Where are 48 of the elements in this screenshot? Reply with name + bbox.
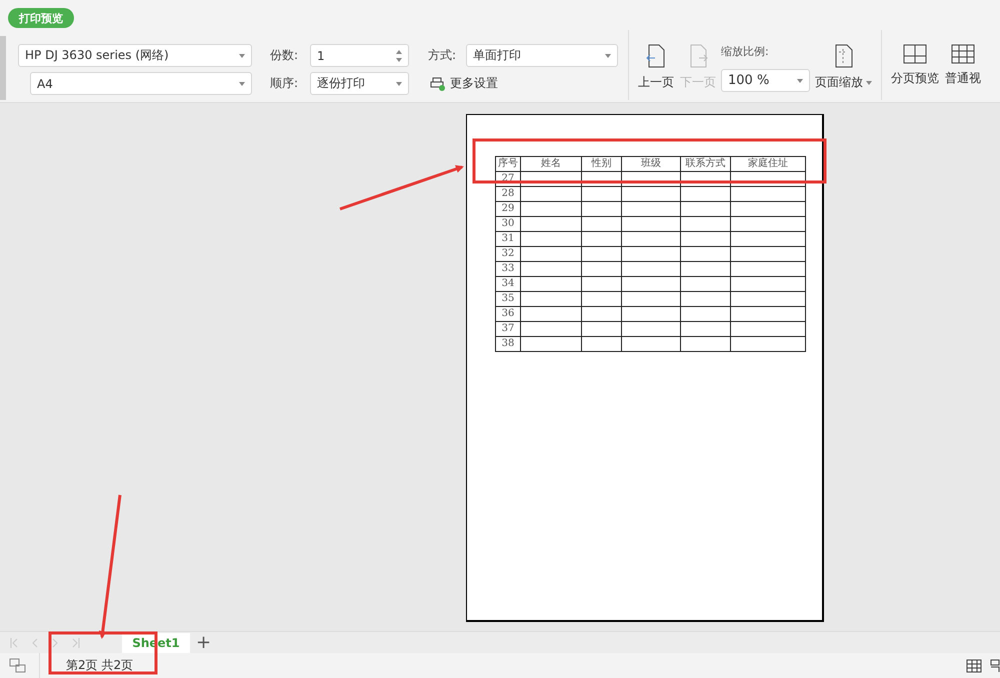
table-cell: 38 (496, 336, 520, 352)
add-sheet-button[interactable]: + (196, 633, 212, 653)
table-header-cell: 序号 (496, 156, 520, 172)
zoom-select[interactable]: 100 % (721, 69, 810, 92)
table-header-cell: 联系方式 (680, 156, 730, 172)
order-label: 顺序: (270, 75, 300, 92)
mode-label: 方式: (428, 47, 458, 64)
table-cell: 31 (496, 232, 520, 246)
table-cell: 29 (496, 202, 520, 216)
more-settings-link[interactable]: 更多设置 (430, 75, 498, 92)
printer-icon (430, 76, 446, 90)
table-cell: 36 (496, 306, 520, 322)
last-sheet-icon[interactable] (72, 638, 80, 648)
page-count-text: 第2页 共2页 (66, 657, 134, 674)
table-cell: 33 (496, 262, 520, 276)
table-cell: 30 (496, 216, 520, 232)
table-cell: 32 (496, 246, 520, 262)
table-header-cell: 班级 (622, 156, 680, 172)
page-break-preview-button[interactable]: 分页预览 (888, 30, 942, 87)
table-header-cell: 家庭住址 (730, 156, 806, 172)
mode-select[interactable]: 单面打印 (466, 44, 618, 67)
table-cell: 37 (496, 322, 520, 336)
normal-view-button[interactable]: 普通视 (942, 30, 984, 87)
next-sheet-icon[interactable] (52, 638, 58, 648)
table-cell: 35 (496, 292, 520, 306)
split-view-icon (903, 44, 927, 64)
page-zoom-button[interactable]: 页面缩放 (812, 30, 875, 91)
copies-field[interactable]: 1 (310, 44, 409, 67)
page-layout-icon (990, 658, 1000, 672)
copies-label: 份数: (270, 47, 300, 64)
page-fit-icon (834, 44, 854, 68)
layout-icon (9, 658, 27, 674)
grid-icon (966, 658, 982, 672)
page-left-icon (645, 44, 667, 68)
table-cell: 34 (496, 276, 520, 292)
collapse-handle[interactable] (0, 36, 6, 100)
table-header-cell: 姓名 (520, 156, 582, 172)
table-cell: 28 (496, 186, 520, 202)
grid-icon (951, 44, 975, 64)
paper-size-select[interactable]: A4 (30, 72, 252, 95)
order-select[interactable]: 逐份打印 (310, 72, 409, 95)
zoom-label: 缩放比例: (721, 44, 770, 59)
printer-select[interactable]: HP DJ 3630 series (网络) (18, 44, 252, 67)
first-sheet-icon[interactable] (10, 638, 18, 648)
print-preview-badge: 打印预览 (8, 8, 74, 28)
table-header-cell: 性别 (582, 156, 622, 172)
previous-page-button[interactable]: 上一页 (635, 30, 677, 91)
previous-sheet-icon[interactable] (32, 638, 38, 648)
